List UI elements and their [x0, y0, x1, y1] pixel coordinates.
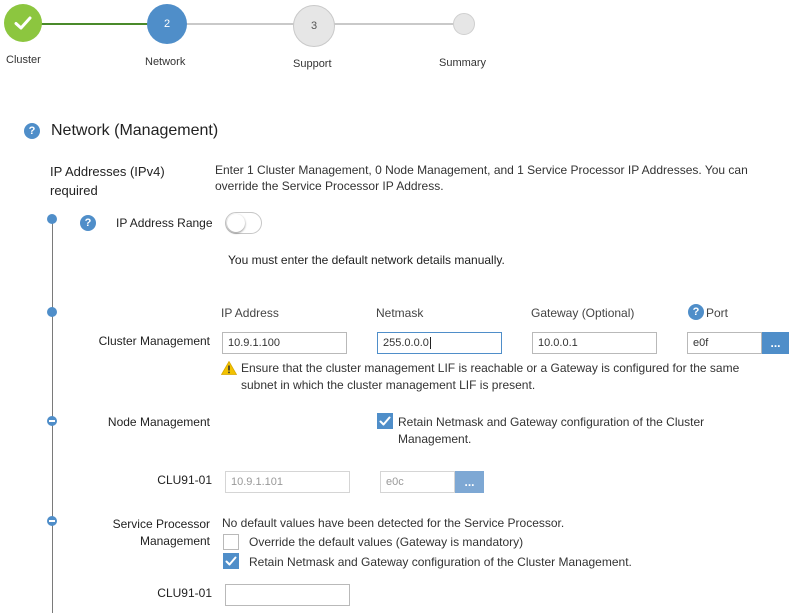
ip-addresses-description: Enter 1 Cluster Management, 0 Node Manag… — [215, 163, 748, 193]
wizard-stepper: 2 3 Cluster Network Support Summary — [0, 0, 794, 80]
cluster-ip-value: 10.9.1.100 — [228, 337, 280, 349]
step-label-summary: Summary — [439, 57, 487, 69]
timeline-dot-cluster — [47, 307, 57, 317]
step-connector-1 — [40, 23, 148, 25]
ip-addresses-heading: IP Addresses (IPv4) required — [50, 162, 165, 200]
node-retain-checkbox[interactable] — [377, 413, 393, 429]
cluster-netmask-input[interactable]: 255.0.0.0 — [377, 332, 502, 354]
section-title: Network (Management) — [51, 122, 219, 139]
ip-heading-line1: IP Addresses (IPv4) — [50, 164, 165, 179]
cluster-gateway-value: 10.0.0.1 — [538, 337, 578, 349]
port-help-icon[interactable]: ? — [688, 304, 704, 320]
sp-retain-label: Retain Netmask and Gateway configuration… — [249, 555, 632, 569]
step-support[interactable]: 3 — [293, 5, 335, 47]
checkmark-icon — [14, 16, 32, 30]
sp-override-label: Override the default values (Gateway is … — [249, 535, 524, 549]
step-cluster-done[interactable] — [4, 4, 42, 42]
cluster-warning-text: Ensure that the cluster management LIF i… — [241, 361, 740, 392]
sp-label-line1: Service Processor — [112, 517, 210, 531]
check-icon — [225, 556, 237, 566]
range-help-icon[interactable]: ? — [80, 215, 96, 231]
timeline-dot-range — [47, 214, 57, 224]
step-connector-3 — [334, 23, 454, 25]
timeline-collapse-node[interactable] — [47, 416, 57, 426]
step-summary[interactable] — [453, 13, 475, 35]
col-port: Port — [706, 306, 729, 320]
section-help-icon[interactable]: ? — [24, 123, 40, 139]
sp-retain-checkbox[interactable] — [223, 553, 239, 569]
cluster-port-input[interactable]: e0f — [687, 332, 762, 354]
cluster-netmask-value: 255.0.0.0 — [383, 337, 429, 349]
text-caret — [429, 337, 431, 349]
timeline-collapse-sp[interactable] — [47, 516, 57, 526]
node-management-label: Node Management — [107, 415, 210, 429]
sp-label-line2: Management — [139, 534, 210, 548]
ip-range-toggle[interactable] — [225, 212, 262, 234]
step-label-support: Support — [293, 58, 332, 70]
cluster-management-label: Cluster Management — [98, 334, 210, 348]
sp-no-defaults-note: No default values have been detected for… — [222, 516, 565, 530]
check-icon — [379, 416, 391, 426]
step-label-cluster: Cluster — [6, 54, 41, 66]
node-ip-value: 10.9.1.101 — [231, 476, 283, 488]
cluster-ip-input[interactable]: 10.9.1.100 — [222, 332, 347, 354]
warning-icon — [221, 361, 237, 375]
node-name-label: CLU91-01 — [157, 473, 212, 487]
node-ip-input[interactable]: 10.9.1.101 — [225, 471, 350, 493]
sp-management-label: Service Processor Management — [60, 516, 210, 550]
col-netmask: Netmask — [376, 306, 424, 320]
cluster-port-value: e0f — [693, 337, 709, 349]
col-gateway: Gateway (Optional) — [531, 306, 635, 320]
node-retain-label: Retain Netmask and Gateway configuration… — [398, 415, 705, 446]
cluster-gateway-input[interactable]: 10.0.0.1 — [532, 332, 657, 354]
sp-ip-input[interactable] — [225, 584, 350, 606]
step-label-network: Network — [145, 56, 186, 68]
ip-heading-line2: required — [50, 183, 98, 198]
col-ip-address: IP Address — [221, 306, 279, 320]
ip-range-label: IP Address Range — [116, 216, 213, 230]
node-port-value: e0c — [386, 476, 404, 488]
cluster-port-browse-button[interactable]: ... — [762, 332, 789, 354]
step-number: 2 — [163, 18, 171, 30]
node-port-browse-button[interactable]: ... — [455, 471, 484, 493]
sp-node-name-label: CLU91-01 — [157, 586, 212, 600]
sp-override-checkbox[interactable] — [223, 534, 239, 550]
node-port-input[interactable]: e0c — [380, 471, 455, 493]
toggle-knob — [227, 214, 245, 232]
step-network-active[interactable]: 2 — [147, 4, 187, 44]
step-number: 3 — [310, 20, 318, 32]
step-connector-2 — [186, 23, 294, 25]
manual-entry-note: You must enter the default network detai… — [228, 253, 505, 267]
